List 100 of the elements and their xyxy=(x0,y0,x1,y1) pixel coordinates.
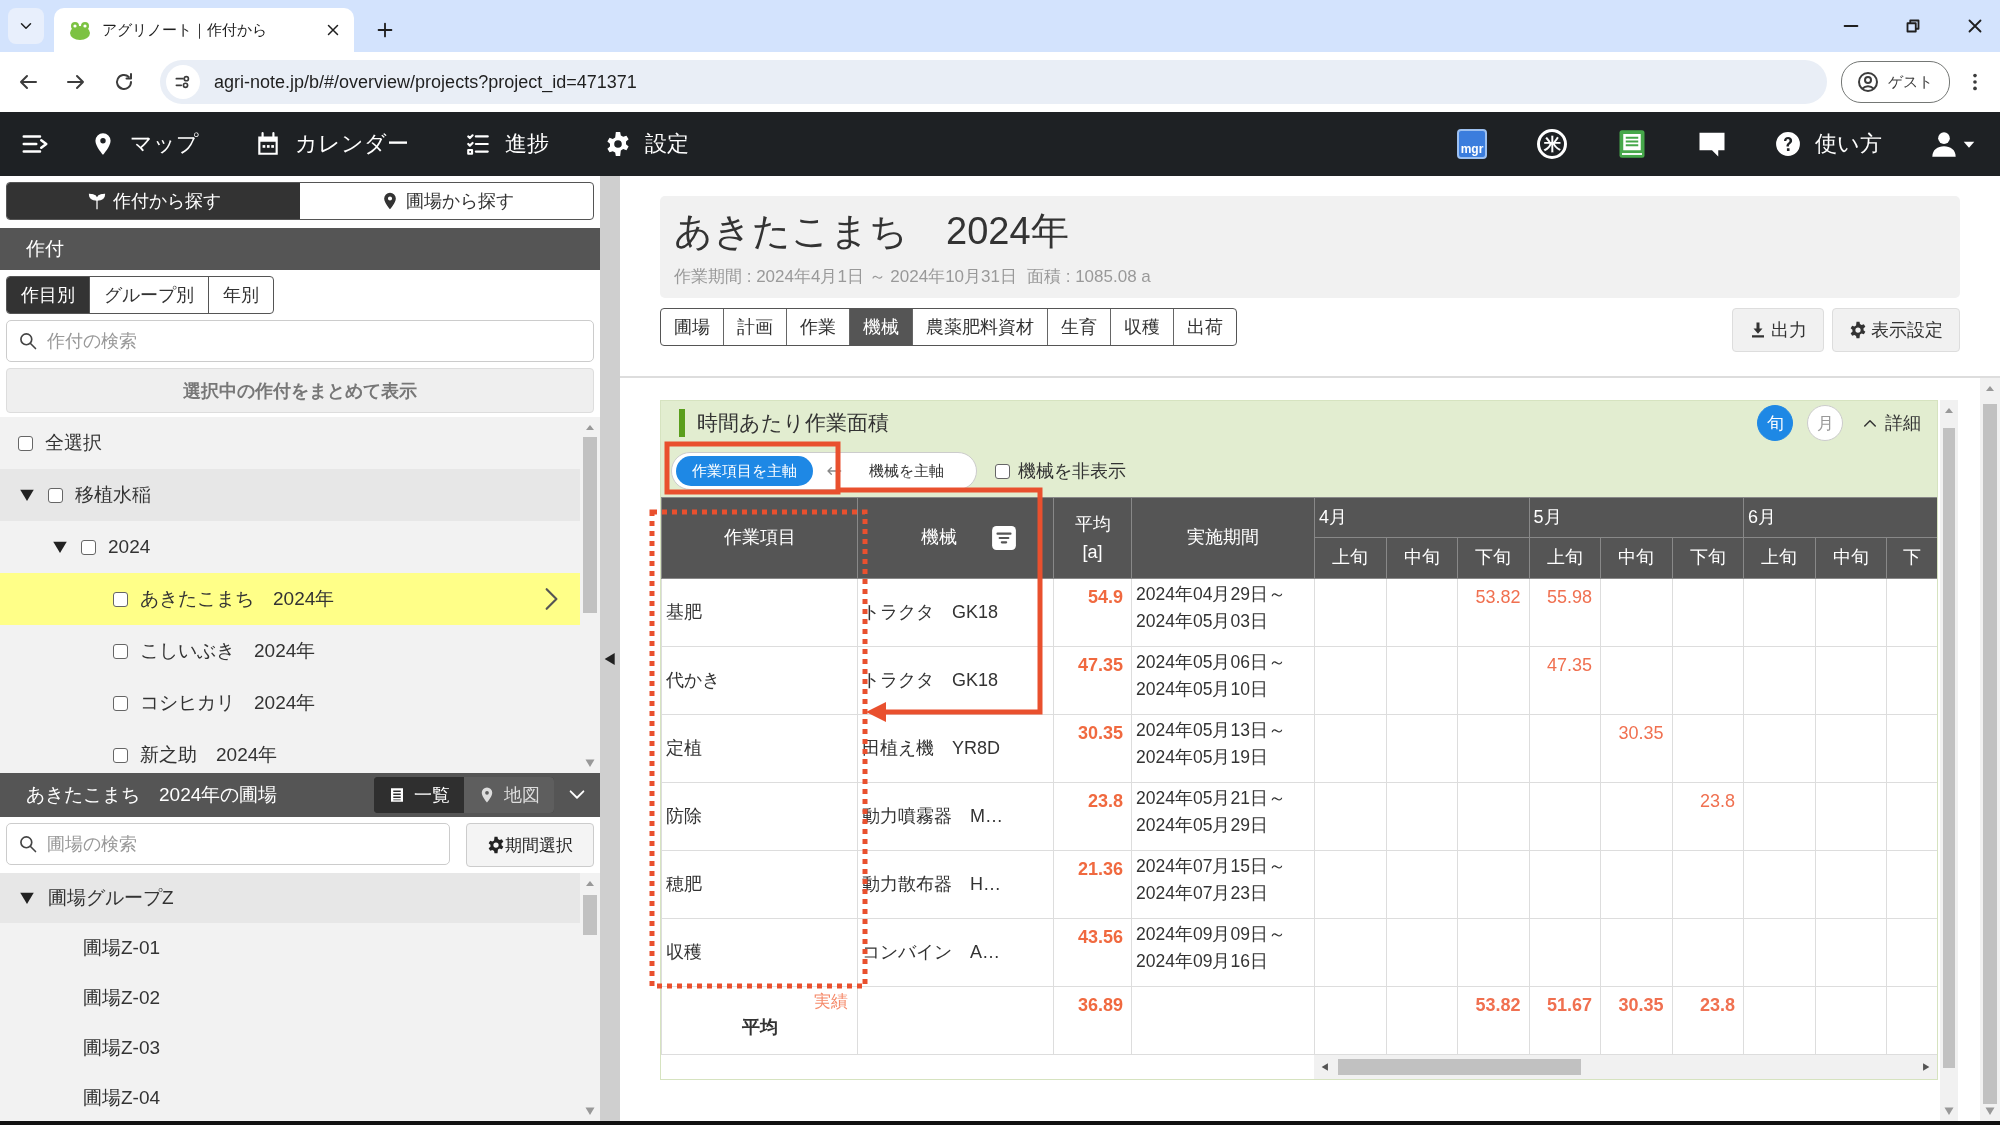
grouping-tab[interactable]: グループ別 xyxy=(89,277,208,313)
table-cell-text: 2024年05月03日 xyxy=(1136,610,1269,633)
column-header: 作業項目 xyxy=(723,527,796,548)
table-cell: 51.67 xyxy=(1547,995,1593,1015)
grouping-tab[interactable]: 作目別 xyxy=(7,277,89,313)
table-cell-text: 2024年09月09日～ xyxy=(1136,923,1287,946)
table-cell: 36.89 xyxy=(1077,995,1123,1015)
checkbox[interactable] xyxy=(113,643,128,659)
table-cell-text: 2024年07月23日 xyxy=(1136,882,1269,905)
table-cell-text: 2024年05月21日～ xyxy=(1136,787,1287,810)
checkbox[interactable] xyxy=(113,695,128,711)
profile-button[interactable]: ゲスト xyxy=(1841,61,1950,103)
granularity-toggle[interactable]: 旬 xyxy=(1757,405,1793,441)
tree-item[interactable]: 圃場Z-04 xyxy=(83,1085,161,1111)
gear-icon xyxy=(1849,321,1867,339)
tree-item[interactable]: 移植水稲 xyxy=(75,482,151,508)
scrollbar-thumb[interactable] xyxy=(1943,428,1955,1068)
search-field[interactable]: 作付の検索 xyxy=(6,320,594,362)
scroll-down-icon xyxy=(584,757,596,769)
table-cell: 47.35 xyxy=(1547,655,1593,675)
nav-item[interactable]: 設定 xyxy=(605,129,689,159)
tree-item[interactable]: 全選択 xyxy=(45,430,102,456)
horizontal-scrollbar[interactable] xyxy=(1314,1055,1937,1079)
table-cell: 平均 xyxy=(741,1016,778,1037)
tree-item[interactable]: 圃場Z-01 xyxy=(83,935,161,961)
checkbox[interactable] xyxy=(113,747,128,763)
details-toggle[interactable]: 詳細 xyxy=(1861,411,1921,435)
tree-item[interactable]: 新之助 2024年 xyxy=(140,742,278,768)
search-icon xyxy=(18,834,38,854)
checkbox[interactable] xyxy=(995,463,1010,479)
search-mode-tab[interactable]: 作付から探す xyxy=(7,183,300,219)
scrollbar[interactable] xyxy=(1940,400,1958,1121)
period-header: 上旬 xyxy=(1761,547,1798,568)
project-title: あきたこまち 2024年 xyxy=(674,209,1070,254)
scrollbar[interactable] xyxy=(1980,378,2000,1121)
tree-item[interactable]: 圃場Z-03 xyxy=(83,1035,161,1061)
table-cell: 30.35 xyxy=(1077,723,1123,743)
browser-tab[interactable]: アグリノート｜作付から xyxy=(54,8,354,52)
scrollbar-thumb[interactable] xyxy=(1983,404,1997,1104)
scroll-left-icon xyxy=(1320,1062,1330,1072)
work-period: 作業期間 : 2024年4月1日 ～ 2024年10月31日 xyxy=(674,267,1017,286)
panel-title: あきたこまち 2024年の圃場 xyxy=(26,783,278,807)
annotation-label: 実績 xyxy=(814,991,848,1013)
tree-item[interactable]: コシヒカリ 2024年 xyxy=(140,690,316,716)
grouping-tab[interactable]: 年別 xyxy=(208,277,273,313)
table-cell: 定植 xyxy=(666,737,702,758)
table-cell-text: 2024年05月29日 xyxy=(1136,814,1269,837)
settings-icon xyxy=(605,131,631,157)
period-header: 下 xyxy=(1903,547,1922,568)
scrollbar-thumb[interactable] xyxy=(583,437,597,613)
address-bar[interactable]: agri-note.jp/b/#/overview/projects?project_id=471371 xyxy=(160,60,1827,104)
tree-item[interactable]: あきたこまち 2024年 xyxy=(140,586,335,612)
help-icon xyxy=(1775,131,1801,157)
tab[interactable]: 機械 xyxy=(849,309,912,345)
display-settings-button[interactable]: 表示設定 xyxy=(1832,308,1960,352)
table-cell: 43.56 xyxy=(1077,927,1123,947)
axis-option[interactable]: 作業項目を主軸 xyxy=(676,456,813,486)
checkbox[interactable] xyxy=(48,487,63,503)
table-cell: 23.8 xyxy=(1087,791,1123,811)
scrollbar-thumb[interactable] xyxy=(1338,1059,1581,1075)
book-icon[interactable] xyxy=(1617,129,1647,159)
collapse-panel-icon[interactable] xyxy=(602,650,618,667)
tree-item[interactable]: こしいぶき 2024年 xyxy=(140,638,316,664)
nav-item[interactable]: 進捗 xyxy=(465,129,549,159)
url-text: agri-note.jp/b/#/overview/projects?project_id=471371 xyxy=(214,71,637,93)
nav-item[interactable]: 使い方 xyxy=(1775,129,1882,159)
tree-item[interactable]: 圃場Z-02 xyxy=(83,985,161,1011)
filter-icon[interactable] xyxy=(990,525,1017,551)
search-field[interactable]: 圃場の検索 xyxy=(6,823,450,865)
table-cell-text: 2024年05月10日 xyxy=(1136,678,1269,701)
checkbox[interactable] xyxy=(81,539,96,555)
tab[interactable]: 農薬肥料資材 xyxy=(912,309,1047,345)
download-icon xyxy=(1749,321,1767,339)
axis-option[interactable]: 機械を主軸 xyxy=(847,456,972,486)
search-icon xyxy=(18,331,38,351)
search-mode-tab[interactable]: 圃場から探す xyxy=(300,183,593,219)
table-cell-text: 2024年07月15日～ xyxy=(1136,855,1287,878)
period-button[interactable]: 期間選択 xyxy=(466,823,594,867)
tab[interactable]: 圃場 xyxy=(661,309,723,345)
tree-item[interactable]: 圃場グループZ xyxy=(48,885,174,911)
view-tab[interactable]: 一覧 xyxy=(374,777,464,813)
checkbox-label[interactable]: 機械を非表示 xyxy=(1018,459,1126,483)
scrollbar-thumb[interactable] xyxy=(583,895,597,935)
view-tab[interactable]: 地図 xyxy=(464,777,554,813)
tree-item[interactable]: 2024 xyxy=(108,536,151,558)
nav-item[interactable]: マップ xyxy=(90,129,199,159)
month-header: 4月 xyxy=(1319,506,1347,527)
app-icon[interactable]: mgr xyxy=(1457,129,1487,159)
tab[interactable]: 計画 xyxy=(723,309,786,345)
checkbox[interactable] xyxy=(113,591,128,607)
tab[interactable]: 収穫 xyxy=(1110,309,1173,345)
show-selected-button[interactable]: 選択中の作付をまとめて表示 xyxy=(6,368,594,413)
export-button[interactable]: 出力 xyxy=(1732,308,1824,352)
nav-item[interactable]: カレンダー xyxy=(255,129,409,159)
checkbox[interactable] xyxy=(18,435,33,451)
column-header: 機械 xyxy=(920,527,957,549)
tab[interactable]: 出荷 xyxy=(1173,309,1236,345)
table-cell: コンバイン A… xyxy=(862,941,1000,962)
tab[interactable]: 生育 xyxy=(1047,309,1110,345)
rice-app-icon[interactable]: 米 xyxy=(1537,129,1567,159)
